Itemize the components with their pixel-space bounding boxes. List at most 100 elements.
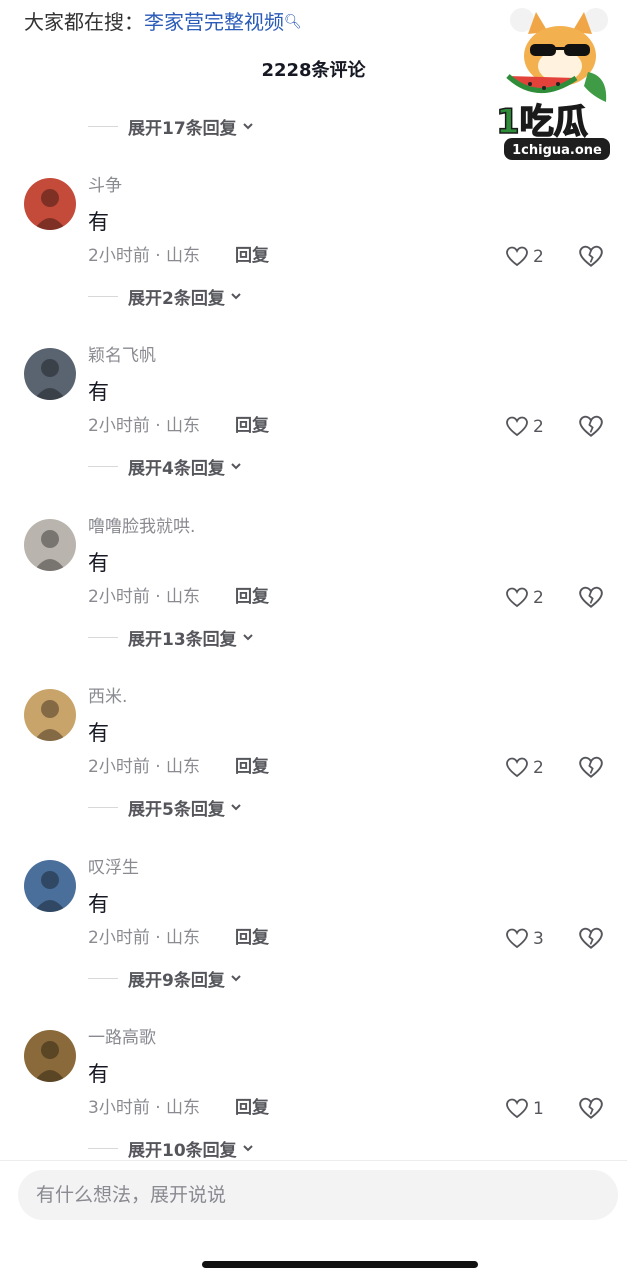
comment-count-title: 2228条评论 — [261, 60, 366, 81]
expand-replies[interactable]: 展开9条回复 — [88, 965, 243, 991]
comment-text: 有 — [88, 892, 109, 916]
username[interactable]: 叹浮生 — [88, 856, 139, 880]
reply-button[interactable]: 回复 — [235, 755, 269, 779]
broken-heart-icon — [579, 1097, 603, 1119]
username[interactable]: 斗争 — [88, 174, 122, 198]
broken-heart-icon — [579, 756, 603, 778]
home-indicator[interactable] — [202, 1261, 478, 1268]
comment-text: 有 — [88, 551, 109, 575]
expand-replies-label: 展开13条回复 — [128, 629, 237, 650]
like-count: 2 — [533, 588, 544, 608]
comment-text: 有 — [88, 380, 109, 404]
username[interactable]: 颖名飞帆 — [88, 344, 156, 368]
chevron-down-icon — [242, 123, 253, 130]
divider-line — [88, 125, 118, 127]
like-count: 2 — [533, 417, 544, 437]
input-divider — [0, 1160, 627, 1161]
comment-item: 斗争 有 2小时前 · 山东 回复 2 展开2条回复 — [0, 174, 627, 344]
comment-text: 有 — [88, 1062, 109, 1086]
heart-icon — [506, 416, 528, 437]
heart-icon — [506, 928, 528, 949]
like-button[interactable]: 1 — [505, 1096, 544, 1122]
comment-item: 西米. 有 2小时前 · 山东 回复 2 展开5条回复 — [0, 685, 627, 855]
expand-replies[interactable]: 展开10条回复 — [88, 1135, 255, 1161]
expand-replies-label: 展开17条回复 — [128, 118, 237, 139]
chevron-down-icon — [231, 804, 241, 811]
search-icon: 🔍︎ — [284, 14, 302, 30]
dislike-button[interactable] — [578, 585, 604, 611]
reply-button[interactable]: 回复 — [235, 926, 269, 950]
logo-brand-text: 1吃瓜 — [496, 102, 588, 142]
chevron-down-icon — [242, 634, 253, 641]
username[interactable]: 噜噜脸我就哄. — [88, 515, 195, 539]
broken-heart-icon — [579, 927, 603, 949]
reply-button[interactable]: 回复 — [235, 414, 269, 438]
divider-line — [88, 1147, 118, 1149]
broken-heart-icon — [579, 245, 603, 267]
like-button[interactable]: 2 — [505, 755, 544, 781]
comment-item: 颖名飞帆 有 2小时前 · 山东 回复 2 展开4条回复 — [0, 344, 627, 514]
dislike-button[interactable] — [578, 414, 604, 440]
username[interactable]: 一路高歌 — [88, 1026, 156, 1050]
divider-line — [88, 806, 118, 808]
avatar[interactable] — [24, 689, 76, 741]
expand-replies[interactable]: 展开2条回复 — [88, 283, 243, 309]
avatar[interactable] — [24, 348, 76, 400]
comment-meta: 2小时前 · 山东 — [88, 928, 201, 948]
comment-item: 叹浮生 有 2小时前 · 山东 回复 3 展开9条回复 — [0, 856, 627, 1026]
broken-heart-icon — [579, 415, 603, 437]
heart-icon — [506, 1098, 528, 1119]
expand-replies[interactable]: 展开5条回复 — [88, 794, 243, 820]
username[interactable]: 西米. — [88, 685, 127, 709]
watermark-logo: 1吃瓜 1chigua.one — [488, 6, 620, 166]
heart-icon — [506, 587, 528, 608]
dislike-button[interactable] — [578, 755, 604, 781]
like-button[interactable]: 2 — [505, 244, 544, 270]
logo-domain-text: 1chigua.one — [512, 143, 602, 158]
like-button[interactable]: 2 — [505, 585, 544, 611]
divider-line — [88, 977, 118, 979]
search-hint-prefix: 大家都在搜： — [24, 10, 144, 34]
divider-line — [88, 465, 118, 467]
dislike-button[interactable] — [578, 1096, 604, 1122]
comment-item: 噜噜脸我就哄. 有 2小时前 · 山东 回复 2 展开13条回复 — [0, 515, 627, 685]
comment-meta: 2小时前 · 山东 — [88, 757, 201, 777]
reply-button[interactable]: 回复 — [235, 1096, 269, 1120]
expand-replies-label: 展开5条回复 — [128, 799, 225, 820]
comment-meta: 3小时前 · 山东 — [88, 1098, 201, 1118]
avatar[interactable] — [24, 519, 76, 571]
expand-replies-label: 展开4条回复 — [128, 458, 225, 479]
expand-replies[interactable]: 展开13条回复 — [88, 624, 255, 650]
reply-button[interactable]: 回复 — [235, 585, 269, 609]
like-count: 3 — [533, 929, 544, 949]
search-suggestion[interactable]: 大家都在搜：李家营完整视频🔍︎ — [24, 8, 302, 36]
heart-icon — [506, 757, 528, 778]
reply-button[interactable]: 回复 — [235, 244, 269, 268]
dislike-button[interactable] — [578, 244, 604, 270]
comment-meta: 2小时前 · 山东 — [88, 416, 201, 436]
avatar[interactable] — [24, 178, 76, 230]
broken-heart-icon — [579, 586, 603, 608]
chevron-down-icon — [242, 1145, 253, 1152]
divider-line — [88, 636, 118, 638]
avatar[interactable] — [24, 1030, 76, 1082]
comment-meta: 2小时前 · 山东 — [88, 587, 201, 607]
expand-replies-label: 展开10条回复 — [128, 1140, 237, 1161]
comment-input-bar[interactable] — [18, 1170, 618, 1220]
expand-replies[interactable]: 展开4条回复 — [88, 453, 243, 479]
divider-line — [88, 295, 118, 297]
chevron-down-icon — [231, 975, 241, 982]
like-button[interactable]: 3 — [505, 926, 544, 952]
like-count: 1 — [533, 1099, 544, 1119]
like-count: 2 — [533, 758, 544, 778]
dislike-button[interactable] — [578, 926, 604, 952]
heart-icon — [506, 246, 528, 267]
like-button[interactable]: 2 — [505, 414, 544, 440]
expand-replies-label: 展开2条回复 — [128, 288, 225, 309]
expand-replies-top[interactable]: 展开17条回复 — [88, 113, 255, 139]
avatar[interactable] — [24, 860, 76, 912]
search-hint-keyword[interactable]: 李家营完整视频 — [144, 10, 284, 34]
comment-input[interactable] — [18, 1170, 618, 1220]
comment-meta: 2小时前 · 山东 — [88, 246, 201, 266]
expand-replies-label: 展开9条回复 — [128, 970, 225, 991]
